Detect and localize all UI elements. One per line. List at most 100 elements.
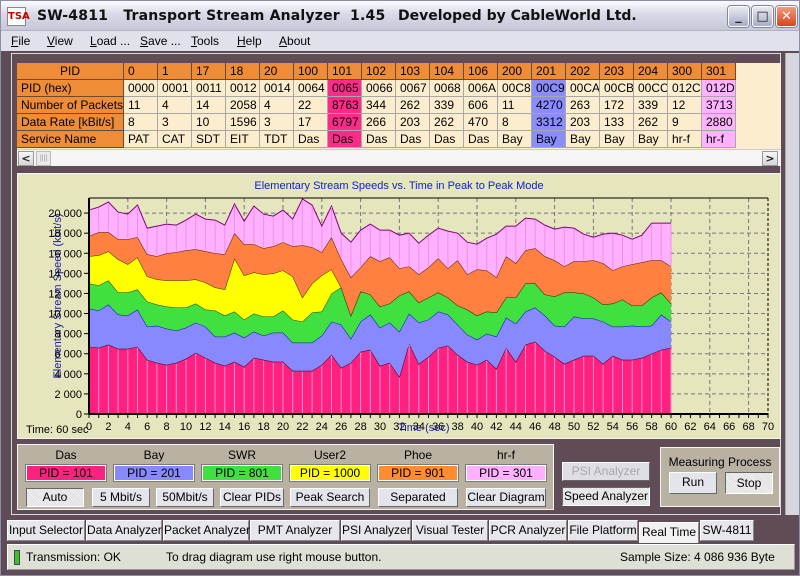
pid-table-cell[interactable]: 203	[566, 114, 600, 131]
pid-column-header[interactable]: 200	[498, 63, 532, 80]
pid-table-cell[interactable]: Bay	[498, 131, 532, 148]
auto-button[interactable]: Auto	[26, 488, 84, 507]
menu-tools[interactable]: Tools	[191, 34, 219, 48]
legend-pid-box[interactable]: PID = 201	[113, 464, 195, 482]
pid-table-cell[interactable]: 263	[566, 97, 600, 114]
pid-table-cell[interactable]: 9	[668, 114, 702, 131]
pid-column-header[interactable]: 104	[430, 63, 464, 80]
pid-column-header[interactable]: 106	[464, 63, 498, 80]
pid-table-cell[interactable]: 262	[396, 97, 430, 114]
menu-view[interactable]: View	[47, 34, 73, 48]
pid-table-cell[interactable]: Bay	[600, 131, 634, 148]
window-vertical-scrollbar[interactable]	[785, 53, 799, 515]
title-bar[interactable]: TSA SW-4811 Transport Stream Analyzer 1.…	[1, 1, 799, 31]
run-button[interactable]: Run	[669, 472, 717, 494]
pid-table-cell[interactable]: 339	[430, 97, 464, 114]
pid-table-cell[interactable]: 14	[192, 97, 226, 114]
pid-table-cell[interactable]: 012D	[702, 80, 736, 97]
pid-column-header[interactable]: 0	[124, 63, 158, 80]
speed-analyzer-button[interactable]: Speed Analyzer	[562, 487, 650, 506]
pid-table-cell[interactable]: 4	[260, 97, 294, 114]
pid-table-cell[interactable]: Bay	[566, 131, 600, 148]
pid-table-cell[interactable]: 172	[600, 97, 634, 114]
pid-column-header[interactable]: 204	[634, 63, 668, 80]
pid-table-cell[interactable]: Bay	[634, 131, 668, 148]
peak-search-button[interactable]: Peak Search	[290, 488, 370, 507]
scroll-thumb[interactable]: ||||	[36, 151, 51, 166]
maximize-button[interactable]: □	[752, 6, 773, 27]
pid-table-cell[interactable]: 4270	[532, 97, 566, 114]
pid-table-cell[interactable]: 00C8	[498, 80, 532, 97]
pid-table-cell[interactable]: 203	[396, 114, 430, 131]
menu-about[interactable]: About	[279, 34, 310, 48]
pid-table-cell[interactable]: Das	[294, 131, 328, 148]
pid-table-cell[interactable]: 3713	[702, 97, 736, 114]
pid-table-cell[interactable]: 8763	[328, 97, 362, 114]
50mbit-button[interactable]: 50Mbit/s	[156, 488, 214, 507]
pid-table-cell[interactable]: 0001	[158, 80, 192, 97]
pid-table-cell[interactable]: 339	[634, 97, 668, 114]
pid-table-cell[interactable]: 133	[600, 114, 634, 131]
pid-table-cell[interactable]: 4	[158, 97, 192, 114]
scroll-right-button[interactable]: >	[762, 151, 778, 166]
pid-table-cell[interactable]: hr-f	[702, 131, 736, 148]
pid-table-cell[interactable]: SDT	[192, 131, 226, 148]
pid-table-cell[interactable]: 2058	[226, 97, 260, 114]
pid-table-cell[interactable]: CAT	[158, 131, 192, 148]
speed-chart[interactable]: 0 2 4 6 8 10 12 14 16 18 20 22 24 26 28 30 32 34 36 38 40 42 4…	[18, 174, 782, 440]
5mbit-button[interactable]: 5 Mbit/s	[92, 488, 150, 507]
tab-packet-analyzer[interactable]: Packet Analyzer	[163, 520, 250, 541]
pid-table-cell[interactable]: 00CB	[600, 80, 634, 97]
tab-pmt-analyzer[interactable]: PMT Analyzer	[250, 520, 340, 541]
clear-pids-button[interactable]: Clear PIDs	[220, 488, 284, 507]
pid-table-cell[interactable]: 470	[464, 114, 498, 131]
tab-sw-4811[interactable]: SW-4811	[700, 520, 754, 541]
pid-table-cell[interactable]: 12	[668, 97, 702, 114]
pid-column-header[interactable]: 18	[226, 63, 260, 80]
pid-column-header[interactable]: 102	[362, 63, 396, 80]
menu-load[interactable]: Load ...	[90, 34, 130, 48]
pid-table-cell[interactable]: 1596	[226, 114, 260, 131]
pid-table-cell[interactable]: 17	[294, 114, 328, 131]
pid-table-cell[interactable]: 3	[260, 114, 294, 131]
pid-column-header[interactable]: 201	[532, 63, 566, 80]
pid-table-cell[interactable]: 0012	[226, 80, 260, 97]
pid-column-header[interactable]: 101	[328, 63, 362, 80]
pid-table-cell[interactable]: 8	[498, 114, 532, 131]
legend-pid-box[interactable]: PID = 101	[25, 464, 107, 482]
tab-visual-tester[interactable]: Visual Tester	[412, 520, 488, 541]
pid-table-cell[interactable]: 0064	[294, 80, 328, 97]
pid-table-cell[interactable]: 6797	[328, 114, 362, 131]
menu-file[interactable]: File	[11, 34, 30, 48]
psi-analyzer-button[interactable]: PSI Analyzer	[562, 462, 650, 481]
pid-table-cell[interactable]: 344	[362, 97, 396, 114]
pid-table-cell[interactable]: 262	[430, 114, 464, 131]
pid-table-cell[interactable]: Das	[464, 131, 498, 148]
pid-table-cell[interactable]: 0065	[328, 80, 362, 97]
pid-table-cell[interactable]: PAT	[124, 131, 158, 148]
pid-table-cell[interactable]: Das	[430, 131, 464, 148]
menu-help[interactable]: Help	[237, 34, 262, 48]
pid-column-header[interactable]: 203	[600, 63, 634, 80]
legend-pid-box[interactable]: PID = 801	[201, 464, 283, 482]
pid-table-cell[interactable]: hr-f	[668, 131, 702, 148]
pid-table-cell[interactable]: Das	[328, 131, 362, 148]
pid-table-cell[interactable]: 266	[362, 114, 396, 131]
separated-button[interactable]: Separated	[378, 488, 458, 507]
pid-table-cell[interactable]: 3312	[532, 114, 566, 131]
menu-save[interactable]: Save ...	[140, 34, 181, 48]
tab-file-platform[interactable]: File Platform	[568, 520, 638, 541]
tab-pcr-analyzer[interactable]: PCR Analyzer	[489, 520, 567, 541]
pid-table-cell[interactable]: 10	[192, 114, 226, 131]
tab-psi-analyzer[interactable]: PSI Analyzer	[341, 520, 411, 541]
pid-table-cell[interactable]: 22	[294, 97, 328, 114]
pid-table-cell[interactable]: 11	[124, 97, 158, 114]
pid-table-horizontal-scrollbar[interactable]: < |||| >	[17, 149, 781, 166]
stop-button[interactable]: Stop	[725, 472, 773, 494]
pid-table-cell[interactable]: 11	[498, 97, 532, 114]
pid-table-cell[interactable]: 012C	[668, 80, 702, 97]
close-button[interactable]: ✕	[776, 6, 797, 27]
pid-table-cell[interactable]: 606	[464, 97, 498, 114]
pid-column-header[interactable]: 100	[294, 63, 328, 80]
clear-diagram-button[interactable]: Clear Diagram	[466, 488, 546, 507]
